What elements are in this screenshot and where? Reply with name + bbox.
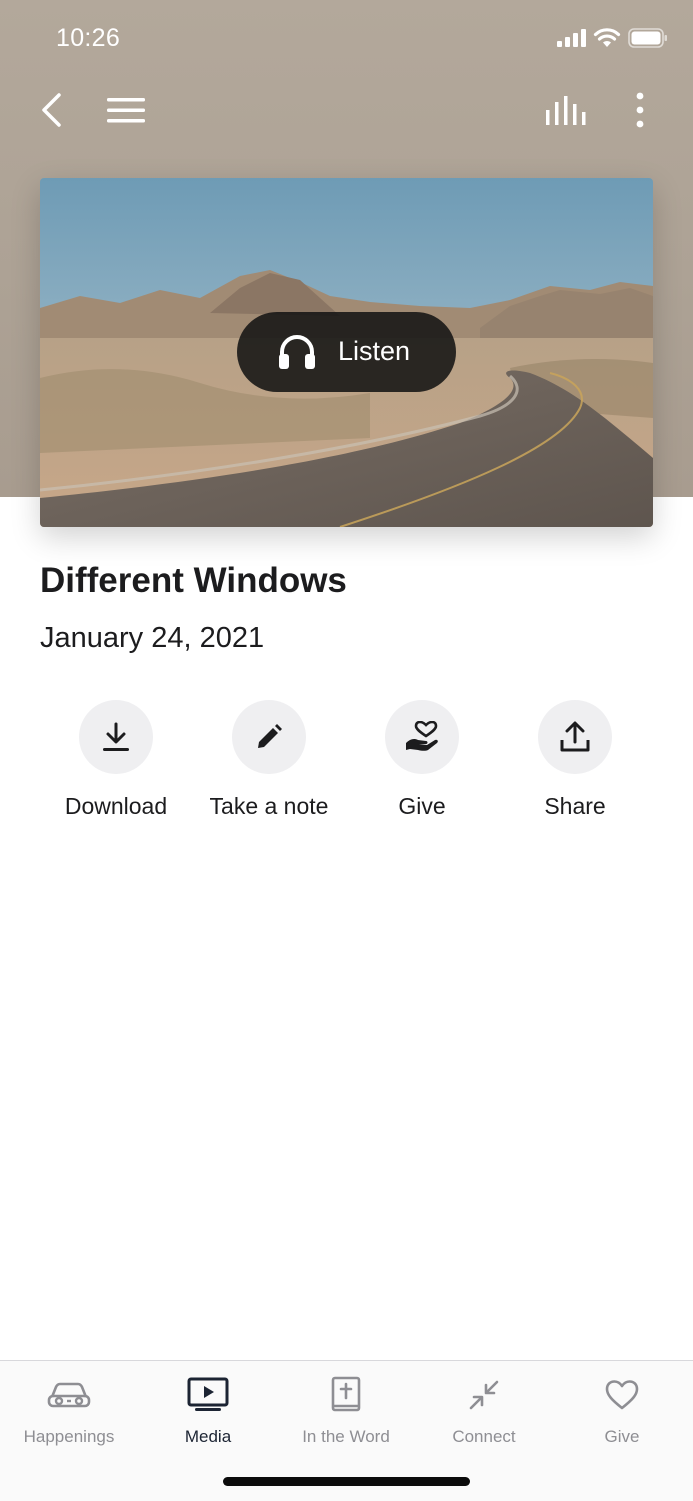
share-action[interactable]: Share <box>500 700 650 820</box>
heart-icon <box>605 1380 639 1410</box>
tab-give[interactable]: Give <box>553 1375 691 1447</box>
give-button[interactable] <box>385 700 459 774</box>
give-action[interactable]: Give <box>347 700 497 820</box>
tab-connect-label: Connect <box>452 1427 516 1446</box>
take-a-note-button[interactable] <box>232 700 306 774</box>
download-button[interactable] <box>79 700 153 774</box>
car-icon <box>47 1382 91 1408</box>
tab-happenings[interactable]: Happenings <box>0 1375 138 1447</box>
tab-in-the-word-label: In the Word <box>302 1427 390 1446</box>
tab-in-the-word[interactable]: In the Word <box>277 1375 415 1447</box>
share-label: Share <box>544 793 606 819</box>
tab-give-label: Give <box>604 1427 640 1446</box>
pencil-icon <box>258 724 282 748</box>
listen-label: Listen <box>338 336 411 366</box>
download-label: Download <box>64 793 168 819</box>
wifi-icon <box>593 28 621 47</box>
status-bar: 10:26 <box>0 0 693 80</box>
battery-icon <box>628 28 667 48</box>
tab-media[interactable]: Media <box>139 1375 277 1447</box>
take-a-note-action[interactable]: Take a note <box>194 700 344 820</box>
listen-button[interactable]: Listen <box>237 312 456 392</box>
share-button[interactable] <box>538 700 612 774</box>
bible-icon <box>331 1376 361 1412</box>
sermon-date: January 24, 2021 <box>40 622 265 654</box>
hand-heart-icon <box>406 721 438 751</box>
tab-media-label: Media <box>184 1427 232 1446</box>
audio-bars-icon[interactable] <box>546 85 586 135</box>
status-time: 10:26 <box>56 24 121 52</box>
tv-play-icon <box>187 1377 229 1411</box>
tab-happenings-label: Happenings <box>23 1427 115 1446</box>
menu-icon[interactable] <box>107 85 145 135</box>
share-icon <box>560 721 590 752</box>
take-a-note-label: Take a note <box>209 793 329 819</box>
back-icon[interactable] <box>40 85 64 135</box>
home-indicator <box>223 1477 470 1486</box>
tab-connect[interactable]: Connect <box>415 1375 553 1447</box>
more-vertical-icon[interactable] <box>634 85 646 135</box>
arrows-in-icon <box>469 1380 499 1410</box>
download-icon <box>103 722 129 751</box>
give-label: Give <box>398 793 446 819</box>
cellular-signal-icon <box>557 29 586 47</box>
top-navigation <box>0 85 693 135</box>
headphones-icon <box>279 335 315 369</box>
download-action[interactable]: Download <box>41 700 191 820</box>
sermon-title: Different Windows <box>40 561 347 600</box>
